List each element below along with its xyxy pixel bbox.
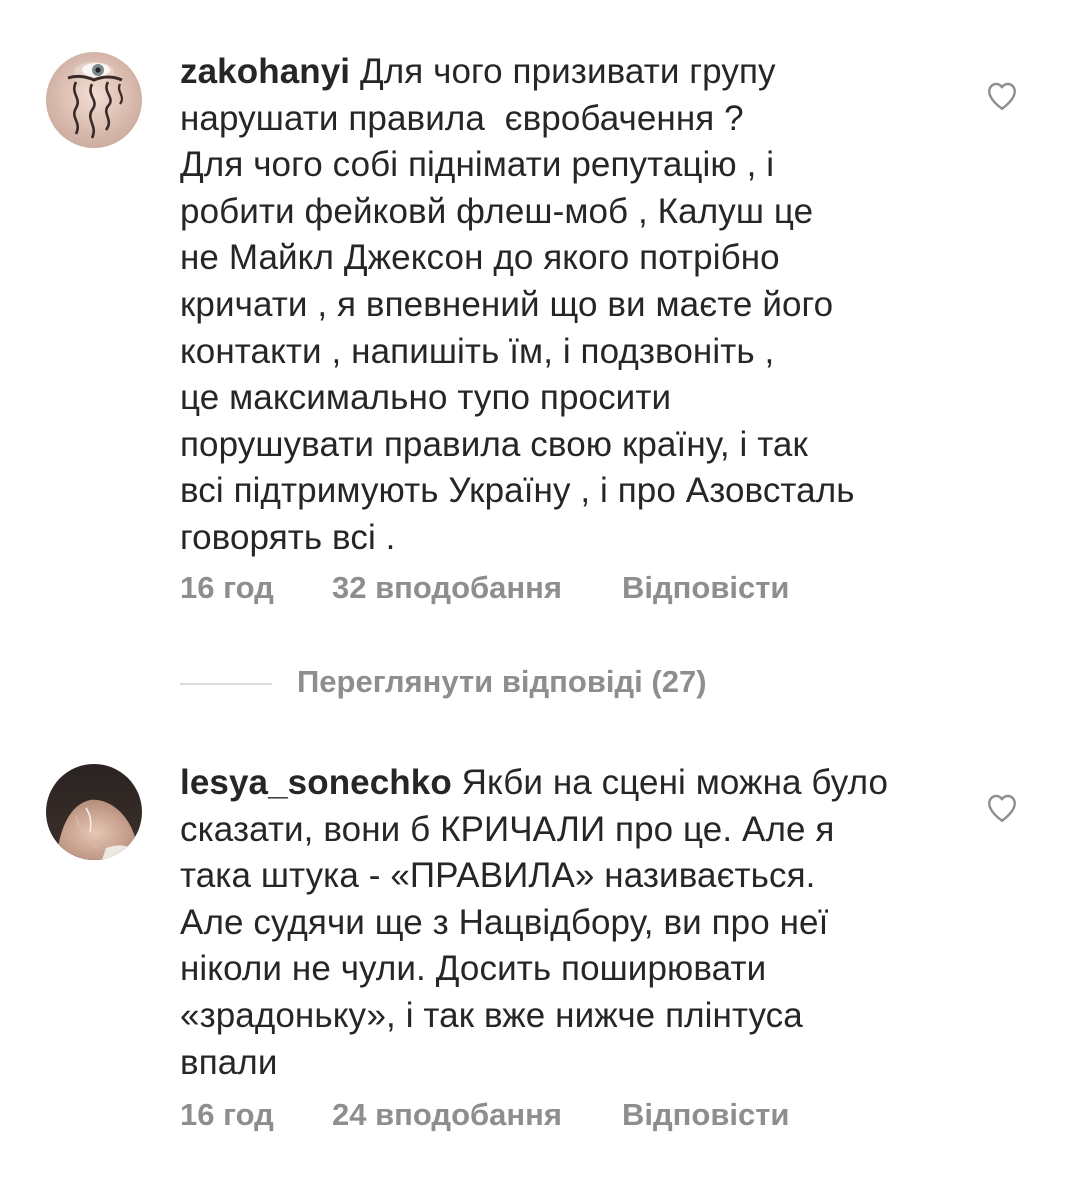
avatar-eye-icon [46, 52, 142, 148]
comment-line: Для чого собі піднімати репутацію , і [180, 145, 775, 185]
comment-line: говорять всі . [180, 517, 396, 557]
likes-count[interactable]: 24 вподобання [332, 1097, 562, 1133]
comment-line: Але судячи ще з Нацвідбору, ви про неї [180, 902, 829, 942]
comment-line: робити фейковй флеш-моб , Калуш це [180, 191, 814, 231]
comment-line: ніколи не чули. Досить поширювати [180, 949, 767, 989]
heart-outline-icon[interactable] [984, 790, 1020, 826]
reply-button[interactable]: Відповісти [622, 1097, 790, 1133]
divider [180, 683, 272, 685]
comment-line: така штука - «ПРАВИЛА» називається. [180, 856, 816, 896]
comment-username[interactable]: zakohanyi [180, 52, 350, 91]
avatar[interactable] [46, 52, 142, 148]
comment-line: сказати, вони б КРИЧАЛИ про це. Але я [180, 809, 835, 849]
comment-username[interactable]: lesya_sonechko [180, 763, 452, 802]
comment-line: контакти , напишіть їм, і подзвоніть , [180, 331, 775, 371]
avatar-back-photo-icon [46, 764, 142, 860]
view-replies-label: Переглянути відповіді (27) [297, 664, 707, 699]
comment-text: lesya_sonechko Якби на сцені можна було … [180, 760, 970, 1086]
comment-line: це максимально тупо просити [180, 378, 672, 418]
comment-time: 16 год [180, 570, 274, 605]
comment-line: нарушати правила євробачення ? [180, 98, 744, 138]
comment-text: zakohanyi Для чого призивати групу наруш… [180, 49, 970, 562]
comment-line: впали [180, 1042, 278, 1082]
comment-line: «зрадоньку», і так вже нижче плінтуса [180, 995, 803, 1035]
view-replies-button[interactable]: Переглянути відповіді (27) [180, 662, 880, 702]
avatar[interactable] [46, 764, 142, 860]
likes-count[interactable]: 32 вподобання [332, 570, 562, 606]
comment-time: 16 год [180, 1097, 274, 1132]
comment-line: всі підтримують Україну , і про Азовстал… [180, 471, 855, 511]
comment-line: порушувати правила свою країну, і так [180, 424, 808, 464]
comment-line: не Майкл Джексон до якого потрібно [180, 238, 780, 278]
heart-outline-icon[interactable] [984, 78, 1020, 114]
comment-line: zakohanyi Для чого призивати групу [180, 52, 776, 91]
reply-button[interactable]: Відповісти [622, 570, 790, 606]
comment-line: кричати , я впевнений що ви маєте його [180, 284, 834, 324]
comment-line: lesya_sonechko Якби на сцені можна було [180, 763, 889, 802]
